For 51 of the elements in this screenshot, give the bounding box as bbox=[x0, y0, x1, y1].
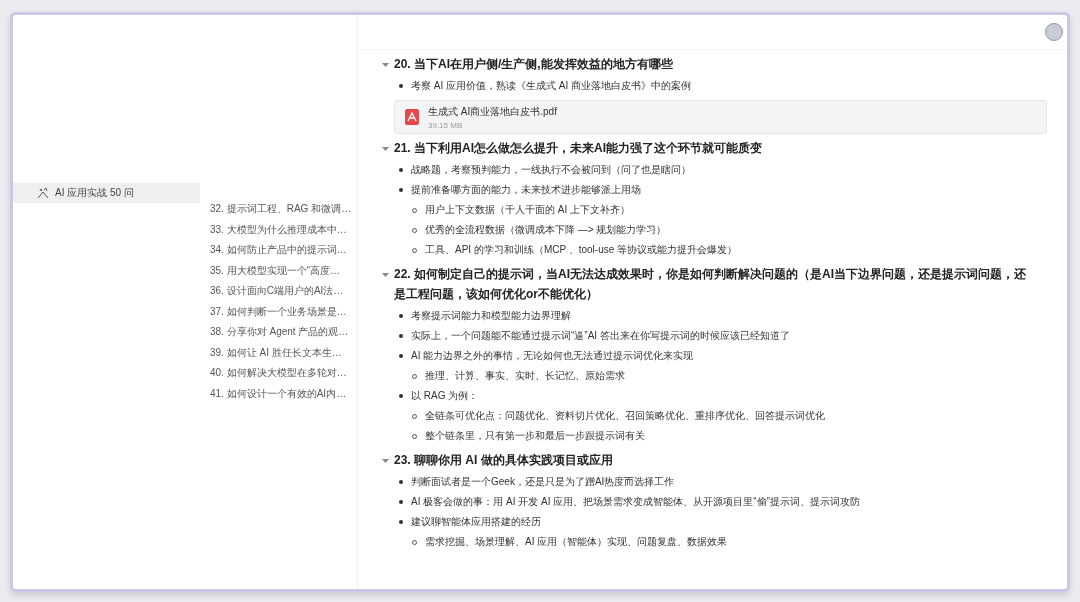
list-item-text: 全链条可优化点：问题优化、资料切片优化、召回策略优化、重排序优化、回答提示词优化 bbox=[425, 409, 825, 423]
toc-link[interactable]: 37. 如何判断一个业务场景是… bbox=[210, 301, 357, 322]
list-item-text: 考察 AI 应用价值，熟读《生成式 AI 商业落地白皮书》中的案例 bbox=[411, 79, 691, 93]
bullet-icon bbox=[399, 84, 403, 88]
list-item-text: 以 RAG 为例： bbox=[411, 389, 479, 403]
list-item-text: 实际上，一个问题能不能通过提示词“逼”AI 答出来在你写提示词的时候应该已经知道了 bbox=[411, 329, 790, 343]
bullet-icon bbox=[399, 334, 403, 338]
avatar-icon[interactable] bbox=[1045, 23, 1063, 41]
bullet-icon bbox=[399, 168, 403, 172]
collapse-toggle-icon[interactable] bbox=[382, 272, 389, 278]
list-item-text: 提前准备哪方面的能力，未来技术进步能够派上用场 bbox=[411, 183, 641, 197]
list-item-text: 判断面试者是一个Geek，还是只是为了蹭AI热度而选择工作 bbox=[411, 475, 675, 489]
list-item-text: 需求挖掘、场景理解、AI 应用（智能体）实现、问题复盘、数据效果 bbox=[425, 535, 728, 549]
pdf-file-icon bbox=[405, 109, 419, 125]
toc-link[interactable]: 41. 如何设计一个有效的AI内… bbox=[210, 383, 357, 404]
collapse-toggle-icon[interactable] bbox=[382, 62, 389, 68]
bullet-icon bbox=[399, 354, 403, 358]
list-item-text: AI 能力边界之外的事情，无论如何也无法通过提示词优化来实现 bbox=[411, 349, 694, 363]
list-item-text: 考察提示词能力和模型能力边界理解 bbox=[411, 309, 571, 323]
list-item-text: 推理、计算、事实、实时、长记忆、原始需求 bbox=[425, 369, 625, 383]
toc-link[interactable]: 34. 如何防止产品中的提示词… bbox=[210, 240, 357, 261]
section-heading: 20. 当下AI在用户侧/生产侧,能发挥效益的地方有哪些 bbox=[394, 56, 674, 73]
list-item-text: 建议聊智能体应用搭建的经历 bbox=[411, 515, 541, 529]
sidebar-item[interactable]: AI 应用实战 50 问 bbox=[13, 183, 200, 203]
toc-link[interactable]: 33. 大模型为什么推理成本中… bbox=[210, 219, 357, 240]
collapse-toggle-icon[interactable] bbox=[382, 458, 389, 464]
file-attachment[interactable]: 生成式 AI商业落地白皮书.pdf 39.15 MB bbox=[394, 100, 1047, 134]
bullet-icon bbox=[399, 188, 403, 192]
section-heading: 23. 聊聊你用 AI 做的具体实践项目或应用 bbox=[394, 452, 614, 469]
list-item-text: 整个链条里，只有第一步和最后一步跟提示词有关 bbox=[425, 429, 645, 443]
bullet-icon bbox=[399, 480, 403, 484]
section-heading: 22. 如何制定自己的提示词，当AI无法达成效果时，你是如何判断解决问题的（是AI当下边界问题，还是提示词问题，还是工程问题，该如何优化or不能优化） bbox=[394, 266, 1027, 303]
toc-link[interactable]: 40. 如何解决大模型在多轮对… bbox=[210, 363, 357, 384]
toc-link[interactable]: 39. 如何让 AI 胜任长文本生… bbox=[210, 342, 357, 363]
list-item-text: 战略题，考察预判能力，一线执行不会被问到（问了也是瞎问） bbox=[411, 163, 691, 177]
toc-link[interactable]: 38. 分享你对 Agent 产品的观… bbox=[210, 322, 357, 343]
list-item-text: 优秀的全流程数据（微调成本下降 —> 规划能力学习） bbox=[425, 223, 667, 237]
toc-link[interactable]: 36. 设计面向C端用户的AI法… bbox=[210, 281, 357, 302]
collapse-toggle-icon[interactable] bbox=[382, 146, 389, 152]
section-heading: 21. 当下利用AI怎么做怎么提升，未来AI能力强了这个环节就可能质变 bbox=[394, 140, 763, 157]
list-item-text: 用户上下文数据（千人千面的 AI 上下文补齐） bbox=[425, 203, 630, 217]
list-item-text: AI 极客会做的事：用 AI 开发 AI 应用、把场景需求变成智能体、从开源项目里“偷”提示词、提示词攻防 bbox=[411, 495, 860, 509]
list-item-text: 工具、API 的学习和训练（MCP 、tool-use 等协议或能力提升会爆发） bbox=[425, 243, 738, 257]
bullet-icon bbox=[399, 314, 403, 318]
bullet-icon bbox=[399, 500, 403, 504]
file-name: 生成式 AI商业落地白皮书.pdf bbox=[428, 104, 557, 119]
toc-link[interactable]: 32. 提示词工程、RAG 和微调… bbox=[210, 199, 357, 220]
bullet-icon bbox=[399, 520, 403, 524]
file-size: 39.15 MB bbox=[428, 120, 464, 130]
bullet-icon bbox=[399, 394, 403, 398]
toc-link[interactable]: 35. 用大模型实现一个“高度… bbox=[210, 260, 357, 281]
